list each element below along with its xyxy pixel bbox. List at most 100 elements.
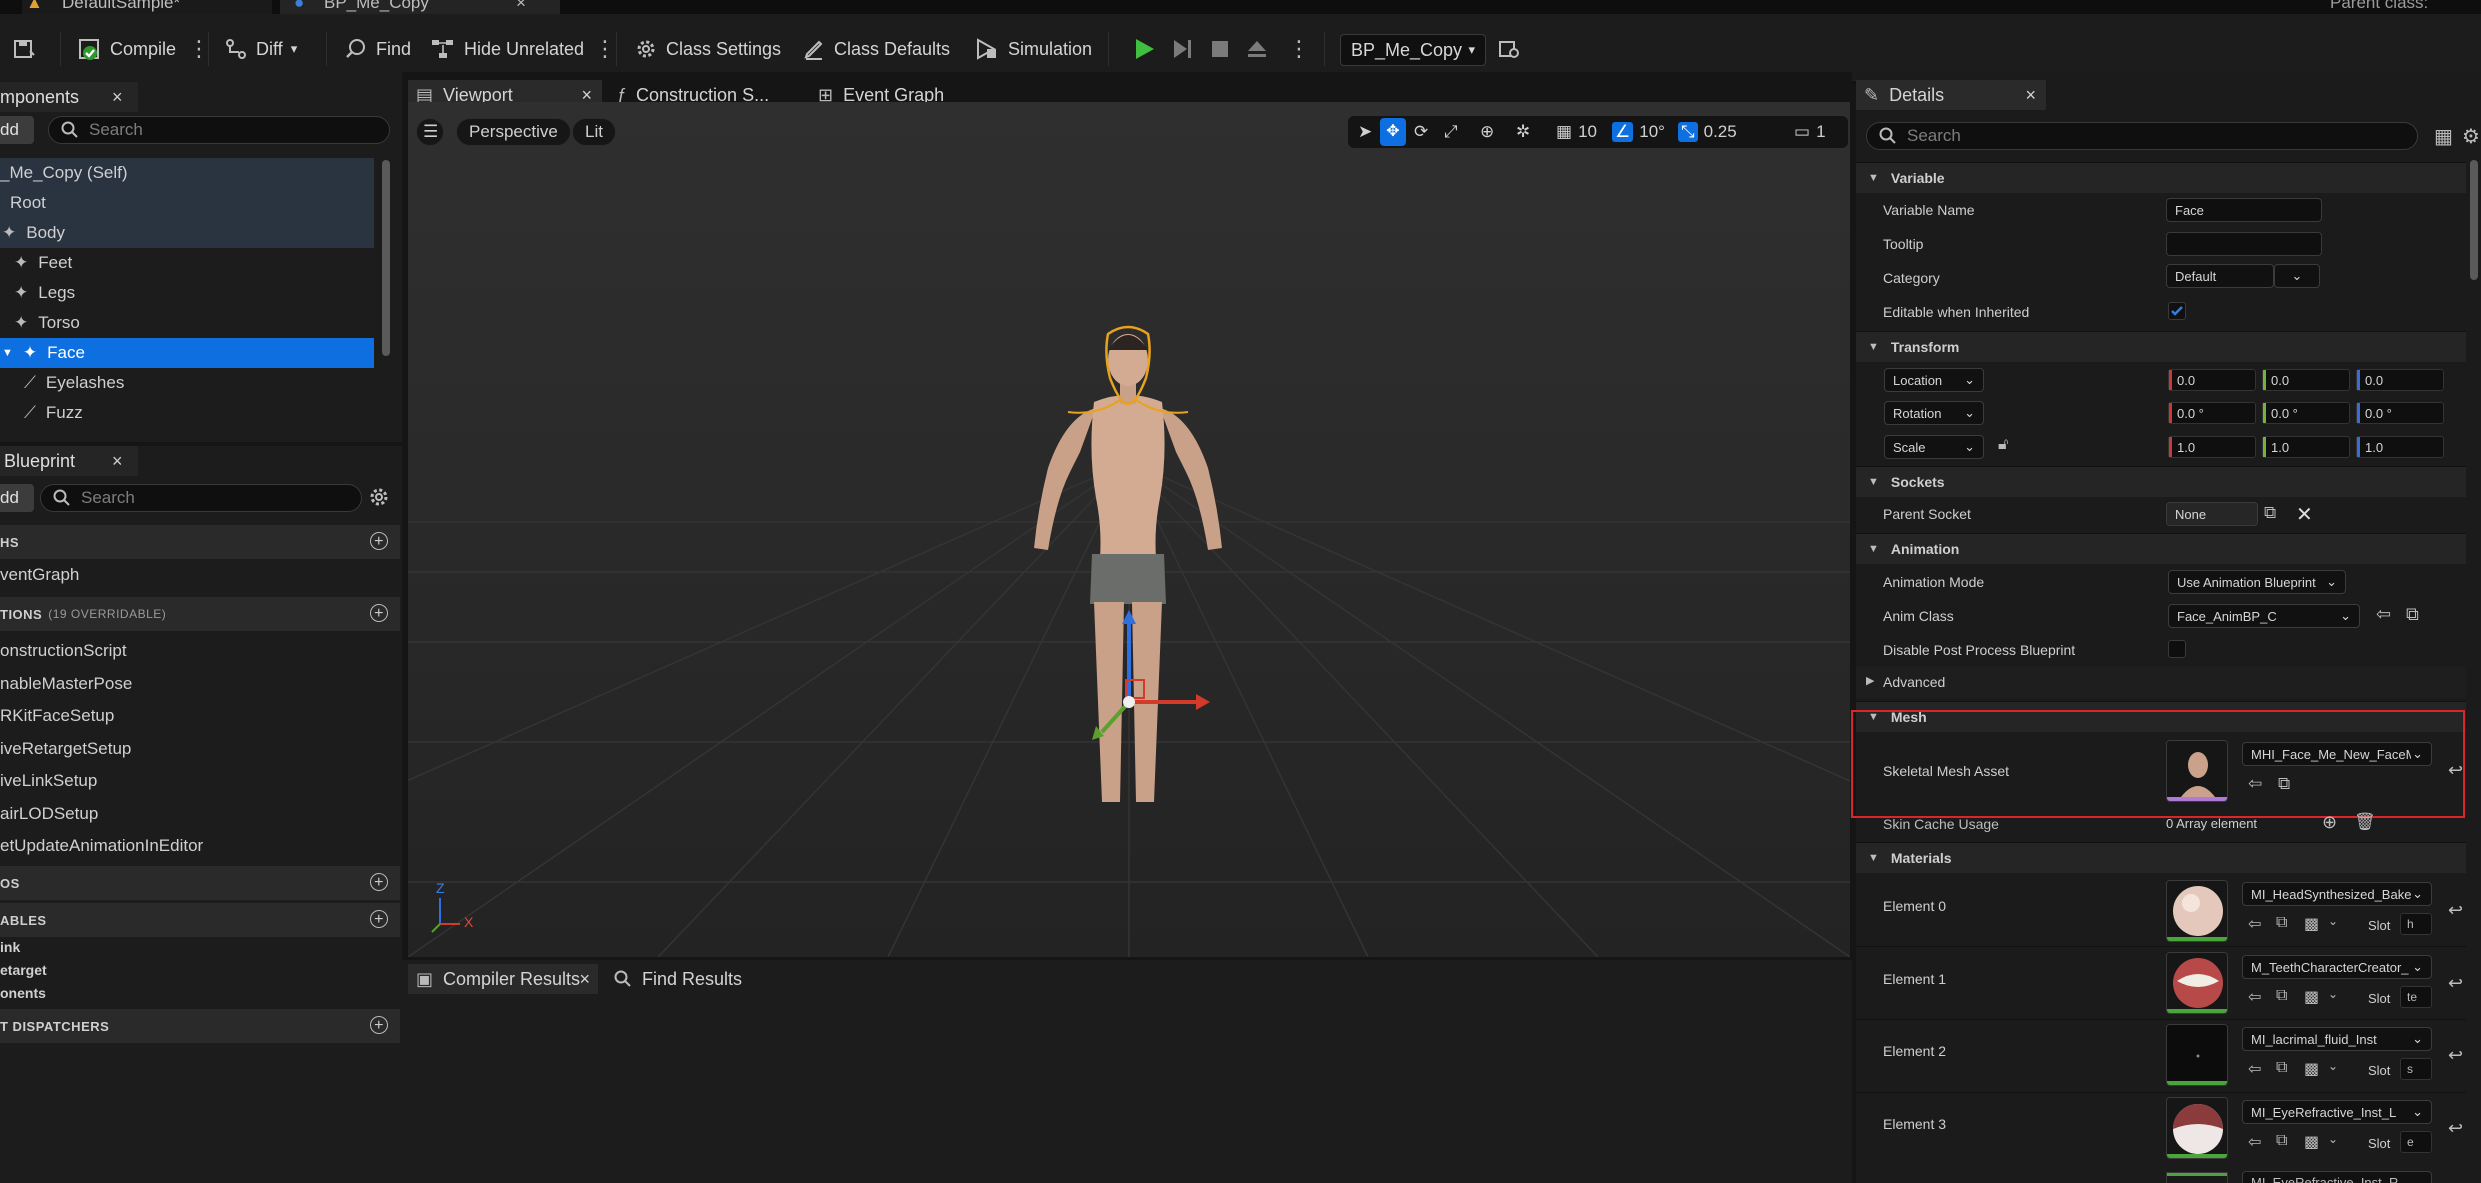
delete-icon[interactable]: 🗑︎ bbox=[2354, 812, 2376, 832]
surface-snap-icon[interactable]: ✲ bbox=[1516, 118, 1530, 146]
hide-unrelated-options-menu[interactable]: ⋮ bbox=[594, 36, 616, 62]
eject-icon[interactable] bbox=[1246, 37, 1268, 61]
advance-frame-icon[interactable] bbox=[1172, 37, 1194, 61]
property-matrix-icon[interactable]: ▦ bbox=[2434, 124, 2453, 149]
texture-icon[interactable]: ▩ bbox=[2304, 914, 2319, 934]
tab-compiler-results[interactable]: ▣ Compiler Results × bbox=[408, 964, 598, 994]
transform-section-header[interactable]: ▼ Transform bbox=[1856, 331, 2466, 362]
material-select[interactable]: MI_EyeRefractive_Inst_L ⌄ bbox=[2242, 1100, 2432, 1124]
browse-icon[interactable]: ⧉ bbox=[2276, 987, 2287, 1005]
tab-my-blueprint[interactable]: Blueprint × bbox=[0, 446, 138, 476]
tree-item-eyelashes[interactable]: ⟋ Eyelashes bbox=[0, 368, 374, 398]
rotation-x-input[interactable]: 0.0 ° bbox=[2168, 402, 2256, 424]
tab-bp-me-copy[interactable]: ● BP_Me_Copy × bbox=[280, 0, 560, 14]
viewport-options-button[interactable]: ☰ bbox=[416, 118, 444, 146]
variable-item[interactable]: etarget bbox=[0, 962, 47, 978]
slot-name-field[interactable]: e bbox=[2400, 1131, 2432, 1153]
gear-icon[interactable] bbox=[368, 486, 390, 508]
function-item[interactable]: airLODSetup bbox=[0, 804, 98, 824]
parent-socket-field[interactable]: None bbox=[2166, 502, 2258, 526]
scale-mode-select[interactable]: Scale ⌄ bbox=[1884, 435, 1984, 459]
anim-class-select[interactable]: Face_AnimBP_C ⌄ bbox=[2168, 604, 2360, 628]
add-icon[interactable]: + bbox=[370, 1016, 388, 1034]
class-defaults-button[interactable]: Class Defaults bbox=[802, 34, 950, 64]
function-item[interactable]: nableMasterPose bbox=[0, 674, 132, 694]
rotate-mode-icon[interactable]: ⟳ bbox=[1414, 118, 1428, 146]
variable-name-input[interactable]: Face bbox=[2166, 198, 2322, 222]
tree-item-face[interactable]: ▼ ✦ Face bbox=[0, 338, 374, 368]
add-icon[interactable]: + bbox=[370, 604, 388, 622]
tab-details[interactable]: ✎ Details × bbox=[1856, 80, 2046, 110]
location-x-input[interactable]: 0.0 bbox=[2168, 369, 2256, 391]
close-icon[interactable]: × bbox=[112, 88, 123, 106]
animation-section-header[interactable]: ▼ Animation bbox=[1856, 533, 2466, 564]
add-icon[interactable]: + bbox=[370, 910, 388, 928]
tree-item-root[interactable]: Root bbox=[0, 188, 374, 218]
close-icon[interactable]: × bbox=[2025, 85, 2036, 106]
unlock-icon[interactable]: 🔓︎ bbox=[1998, 436, 2008, 454]
location-mode-select[interactable]: Location ⌄ bbox=[1884, 368, 1984, 392]
sockets-section-header[interactable]: ▼ Sockets bbox=[1856, 466, 2466, 497]
chevron-down-icon[interactable]: ⌄ bbox=[2328, 1132, 2338, 1146]
texture-icon[interactable]: ▩ bbox=[2304, 1059, 2319, 1079]
material-select[interactable]: MI_EyeRefractive_Inst_R bbox=[2242, 1171, 2432, 1183]
class-settings-button[interactable]: Class Settings bbox=[634, 34, 781, 64]
find-button[interactable]: Find bbox=[344, 34, 411, 64]
use-selected-icon[interactable]: ⇦ bbox=[2248, 987, 2261, 1007]
function-item[interactable]: iveLinkSetup bbox=[0, 771, 97, 791]
viewport[interactable]: Z X ☰ Perspective Lit ➤ ✥ ⟳ ⤢ ⊕ ✲ ▦ 10 ∠… bbox=[408, 102, 1850, 957]
tree-item-fuzz[interactable]: ⟋ Fuzz bbox=[0, 398, 374, 428]
gear-icon[interactable]: ⚙ bbox=[2462, 124, 2480, 149]
use-selected-icon[interactable]: ⇦ bbox=[2248, 914, 2261, 934]
debug-object-select[interactable]: BP_Me_Copy ▾ bbox=[1340, 34, 1486, 66]
tree-item-self[interactable]: _Me_Copy (Self) bbox=[0, 158, 374, 188]
tree-item-torso[interactable]: ✦ Torso bbox=[0, 308, 374, 338]
material-thumbnail[interactable] bbox=[2166, 1024, 2228, 1086]
animation-mode-select[interactable]: Use Animation Blueprint ⌄ bbox=[2168, 570, 2346, 594]
play-icon[interactable] bbox=[1134, 37, 1156, 61]
variable-item[interactable]: ink bbox=[0, 939, 20, 955]
tree-item-body[interactable]: ✦ Body bbox=[0, 218, 374, 248]
components-scrollbar[interactable] bbox=[382, 160, 390, 356]
scale-x-input[interactable]: 1.0 bbox=[2168, 436, 2256, 458]
browse-icon[interactable]: ⧉ bbox=[2276, 914, 2287, 932]
close-icon[interactable]: × bbox=[112, 452, 123, 470]
texture-icon[interactable]: ▩ bbox=[2304, 987, 2319, 1007]
rotation-snap-button[interactable]: ∠ 10° bbox=[1612, 118, 1665, 146]
reset-to-default-icon[interactable]: ↩ bbox=[2448, 1045, 2463, 1066]
category-combo[interactable]: Default bbox=[2166, 264, 2274, 288]
chevron-down-icon[interactable]: ⌄ bbox=[2328, 1059, 2338, 1073]
scale-y-input[interactable]: 1.0 bbox=[2262, 436, 2350, 458]
disable-post-process-checkbox[interactable] bbox=[2168, 640, 2186, 658]
use-selected-icon[interactable]: ⇦ bbox=[2376, 604, 2391, 625]
function-item[interactable]: onstructionScript bbox=[0, 641, 127, 661]
advanced-row[interactable]: ▶ Advanced bbox=[1856, 666, 2466, 698]
add-icon[interactable]: + bbox=[370, 532, 388, 550]
scale-mode-icon[interactable]: ⤢ bbox=[1444, 118, 1458, 146]
reset-to-default-icon[interactable]: ↩ bbox=[2448, 973, 2463, 994]
reset-to-default-icon[interactable]: ↩ bbox=[2448, 900, 2463, 921]
slot-name-field[interactable]: h bbox=[2400, 913, 2432, 935]
tab-components[interactable]: mponents × bbox=[0, 82, 138, 112]
function-item[interactable]: etUpdateAnimationInEditor bbox=[0, 836, 203, 856]
chevron-down-icon[interactable]: ⌄ bbox=[2328, 987, 2338, 1001]
tab-find-results[interactable]: Find Results bbox=[614, 964, 742, 994]
material-select[interactable]: MI_lacrimal_fluid_Inst ⌄ bbox=[2242, 1027, 2432, 1051]
material-thumbnail[interactable] bbox=[2166, 880, 2228, 942]
reset-to-default-icon[interactable]: ↩ bbox=[2448, 1118, 2463, 1139]
rotation-y-input[interactable]: 0.0 ° bbox=[2262, 402, 2350, 424]
material-select[interactable]: MI_HeadSynthesized_Bake ⌄ bbox=[2242, 882, 2432, 906]
editable-when-inherited-checkbox[interactable] bbox=[2168, 302, 2186, 320]
material-thumbnail[interactable] bbox=[2166, 1097, 2228, 1159]
location-z-input[interactable]: 0.0 bbox=[2356, 369, 2444, 391]
details-scrollbar[interactable] bbox=[2470, 160, 2478, 280]
slot-name-field[interactable]: te bbox=[2400, 986, 2432, 1008]
rotation-mode-select[interactable]: Rotation ⌄ bbox=[1884, 401, 1984, 425]
slot-name-field[interactable]: s bbox=[2400, 1058, 2432, 1080]
variable-section-header[interactable]: ▼ Variable bbox=[1856, 162, 2466, 193]
function-item[interactable]: iveRetargetSetup bbox=[0, 739, 131, 759]
material-thumbnail[interactable] bbox=[2166, 952, 2228, 1014]
clear-icon[interactable]: ✕ bbox=[2296, 502, 2313, 527]
category-dropdown-button[interactable]: ⌄ bbox=[2274, 264, 2320, 288]
close-icon[interactable]: × bbox=[516, 0, 526, 14]
